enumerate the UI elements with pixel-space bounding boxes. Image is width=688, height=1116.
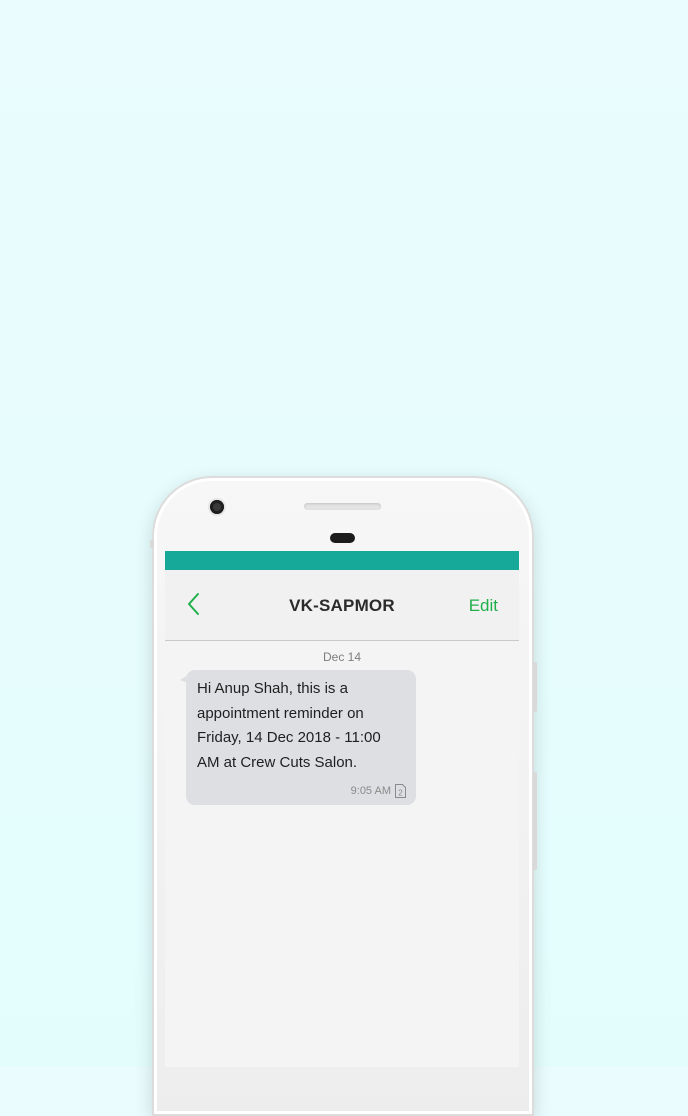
- edit-button[interactable]: Edit: [469, 596, 498, 616]
- side-button-volume: [533, 772, 537, 870]
- date-separator: Dec 14: [322, 650, 362, 664]
- conversation-header: VK-SAPMOR Edit: [165, 570, 519, 641]
- contact-title: VK-SAPMOR: [289, 596, 395, 615]
- status-bar: [165, 551, 519, 570]
- message-text: Hi Anup Shah, this is a appointment remi…: [197, 680, 381, 771]
- sim-number: 2: [398, 789, 403, 798]
- sim-2-icon: 2: [395, 784, 406, 798]
- proximity-sensor: [330, 533, 355, 543]
- message-time: 9:05 AM: [350, 785, 391, 797]
- front-camera: [210, 500, 224, 514]
- bubble-tail: [180, 674, 190, 684]
- side-button-left: [150, 540, 154, 548]
- phone-screen: VK-SAPMOR Edit Dec 14 Hi Anup Shah, this…: [165, 551, 519, 1067]
- message-meta: 9:05 AM 2: [351, 783, 407, 799]
- earpiece-speaker: [304, 503, 381, 510]
- message-bubble[interactable]: Hi Anup Shah, this is a appointment remi…: [180, 670, 416, 805]
- side-button-power: [533, 662, 537, 712]
